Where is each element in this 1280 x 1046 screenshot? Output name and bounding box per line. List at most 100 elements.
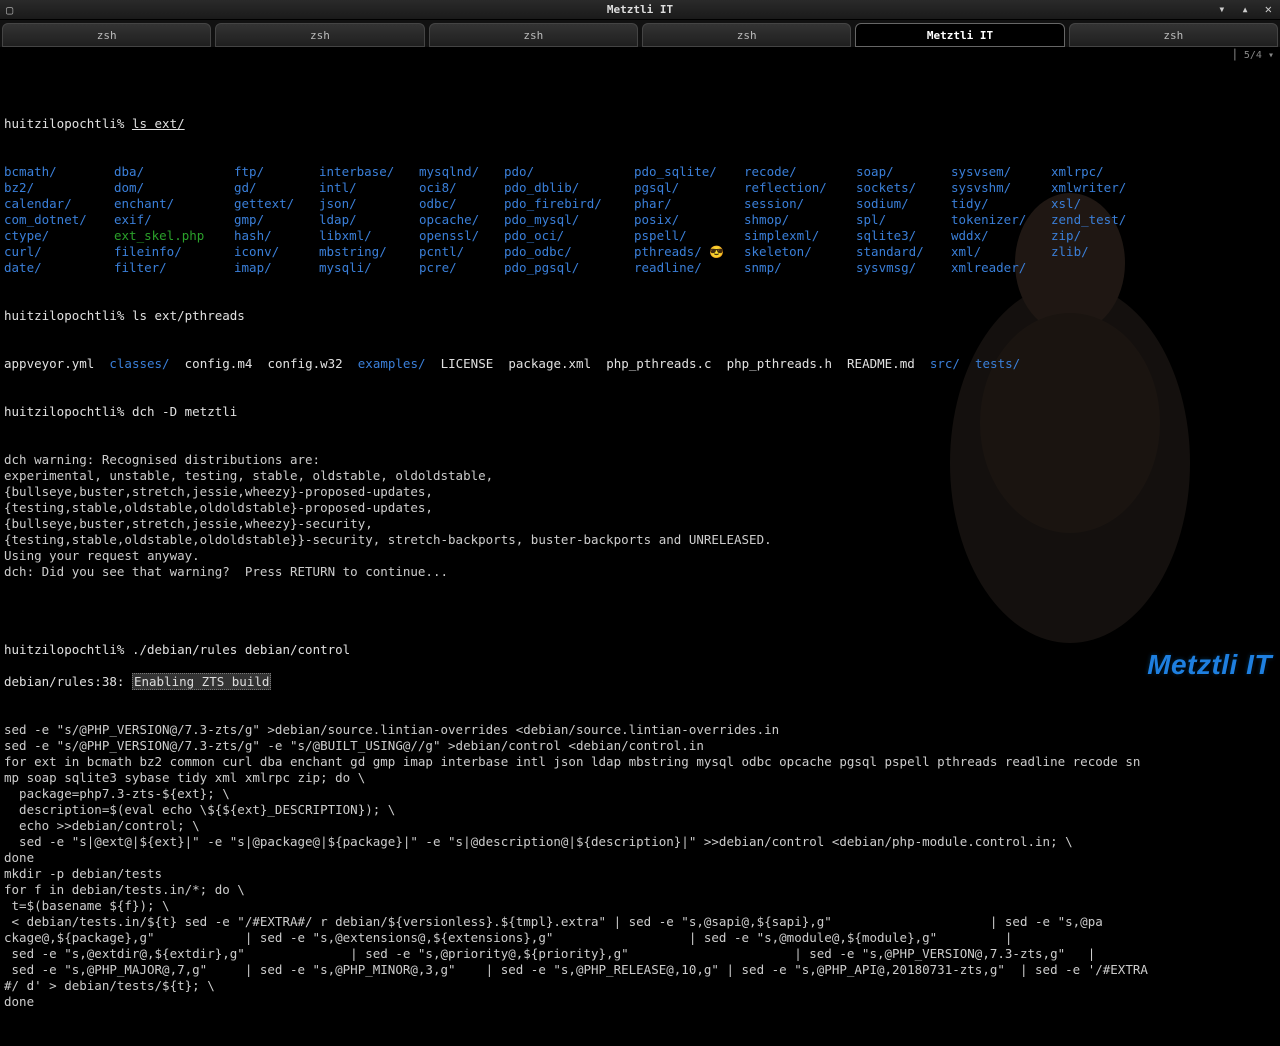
file-entry: tests/	[975, 356, 1020, 371]
dir-entry: tidy/	[951, 196, 989, 211]
tab[interactable]: zsh	[642, 23, 851, 47]
output-line: sed -e "s|@ext@|${ext}|" -e "s|@package@…	[4, 834, 1276, 850]
command-ls-pthreads: ls ext/pthreads	[132, 308, 245, 323]
dir-entry: soap/	[856, 164, 894, 179]
maximize-button[interactable]: ▴	[1238, 2, 1253, 16]
dir-entry: xmlwriter/	[1051, 180, 1126, 195]
tab[interactable]: zsh	[215, 23, 424, 47]
dir-entry: sysvsem/	[951, 164, 1011, 179]
prompt: huitzilopochtli%	[4, 642, 124, 657]
dir-entry: pdo_oci/	[504, 228, 564, 243]
dir-entry: simplexml/	[744, 228, 819, 243]
dir-entry: recode/	[744, 164, 797, 179]
output-line: description=$(eval echo \${${ext}_DESCRI…	[4, 802, 1276, 818]
prompt: huitzilopochtli%	[4, 404, 124, 419]
tab[interactable]: zsh	[1069, 23, 1278, 47]
emoji-icon: 😎	[709, 245, 724, 259]
output-line: done	[4, 994, 1276, 1010]
dir-entry: skeleton/	[744, 244, 812, 259]
dir-entry: shmop/	[744, 212, 789, 227]
dir-entry: fileinfo/	[114, 244, 182, 259]
dir-entry: opcache/	[419, 212, 479, 227]
command-rules: ./debian/rules debian/control	[132, 642, 350, 657]
dir-entry: com_dotnet/	[4, 212, 87, 227]
rules-prefix: debian/rules:38:	[4, 674, 132, 689]
minimize-button[interactable]: ▾	[1214, 2, 1229, 16]
output-line: echo >>debian/control; \	[4, 818, 1276, 834]
terminal-viewport[interactable]: huitzilopochtli% ls ext/ bcmath/dba/ftp/…	[0, 48, 1280, 1046]
dir-entry: sysvmsg/	[856, 260, 916, 275]
app-icon: ▢	[6, 3, 13, 17]
output-line: dch: Did you see that warning? Press RET…	[4, 564, 1276, 580]
command-ls-ext: ls ext/	[132, 116, 185, 131]
dir-entry: pdo/	[504, 164, 534, 179]
prompt: huitzilopochtli%	[4, 308, 124, 323]
zts-highlight: Enabling ZTS build	[132, 673, 271, 690]
output-line: sed -e "s/@PHP_VERSION@/7.3-zts/g" -e "s…	[4, 738, 1276, 754]
dir-entry: date/	[4, 260, 42, 275]
file-entry: php_pthreads.c	[606, 356, 711, 371]
dir-entry: bcmath/	[4, 164, 57, 179]
output-line: #/ d' > debian/tests/${t}; \	[4, 978, 1276, 994]
window-title: Metztli IT	[607, 3, 673, 16]
rules-output: sed -e "s/@PHP_VERSION@/7.3-zts/g" >debi…	[4, 722, 1276, 1010]
dir-entry: gettext/	[234, 196, 294, 211]
tab[interactable]: Metztli IT	[855, 23, 1064, 47]
output-line: sed -e "s,@PHP_MAJOR@,7,g" | sed -e "s,@…	[4, 962, 1276, 978]
dir-entry: readline/	[634, 260, 702, 275]
dir-entry: pcre/	[419, 260, 457, 275]
dir-entry: pgsql/	[634, 180, 679, 195]
dir-entry: mysqli/	[319, 260, 372, 275]
dir-entry: calendar/	[4, 196, 72, 211]
dir-entry: zip/	[1051, 228, 1081, 243]
dir-entry: mbstring/	[319, 244, 387, 259]
dir-entry: iconv/	[234, 244, 279, 259]
output-line: dch warning: Recognised distributions ar…	[4, 452, 1276, 468]
output-line: t=$(basename ${f}); \	[4, 898, 1276, 914]
dir-entry: gd/	[234, 180, 257, 195]
output-line: {bullseye,buster,stretch,jessie,wheezy}-…	[4, 516, 1276, 532]
dir-entry: spl/	[856, 212, 886, 227]
dir-entry: intl/	[319, 180, 357, 195]
dir-entry: posix/	[634, 212, 679, 227]
dir-entry: ldap/	[319, 212, 357, 227]
file-entry: package.xml	[508, 356, 591, 371]
dir-entry: xmlrpc/	[1051, 164, 1104, 179]
file-entry: examples/	[358, 356, 426, 371]
output-line: {testing,stable,oldstable,oldoldstable}-…	[4, 500, 1276, 516]
file-entry: config.w32	[267, 356, 342, 371]
dir-entry: filter/	[114, 260, 167, 275]
dir-entry: ext_skel.php	[114, 228, 204, 243]
dir-entry: curl/	[4, 244, 42, 259]
dir-entry: sockets/	[856, 180, 916, 195]
file-entry: classes/	[109, 356, 169, 371]
dir-entry: openssl/	[419, 228, 479, 243]
dir-entry: sodium/	[856, 196, 909, 211]
dir-entry: sqlite3/	[856, 228, 916, 243]
output-line: {testing,stable,oldstable,oldoldstable}}…	[4, 532, 1276, 548]
window-titlebar: ▢ Metztli IT ▾ ▴ ✕	[0, 0, 1280, 20]
dir-entry: libxml/	[319, 228, 372, 243]
dir-entry: dba/	[114, 164, 144, 179]
output-line: mkdir -p debian/tests	[4, 866, 1276, 882]
file-entry: README.md	[847, 356, 915, 371]
tab[interactable]: zsh	[429, 23, 638, 47]
dir-entry: zend_test/	[1051, 212, 1126, 227]
tab[interactable]: zsh	[2, 23, 211, 47]
pthreads-listing: appveyor.yml classes/ config.m4 config.w…	[4, 356, 1276, 372]
dir-entry: ftp/	[234, 164, 264, 179]
output-line: for f in debian/tests.in/*; do \	[4, 882, 1276, 898]
dir-entry: bz2/	[4, 180, 34, 195]
watermark-logo: Metztli IT	[1147, 649, 1272, 681]
window-controls: ▾ ▴ ✕	[1214, 2, 1276, 16]
dir-entry: wddx/	[951, 228, 989, 243]
dch-output: dch warning: Recognised distributions ar…	[4, 452, 1276, 580]
dir-entry: json/	[319, 196, 357, 211]
dir-entry: tokenizer/	[951, 212, 1026, 227]
dir-entry: mysqlnd/	[419, 164, 479, 179]
dir-entry: dom/	[114, 180, 144, 195]
dir-entry: ctype/	[4, 228, 49, 243]
close-button[interactable]: ✕	[1261, 2, 1276, 16]
output-line: mp soap sqlite3 sybase tidy xml xmlrpc z…	[4, 770, 1276, 786]
dir-entry: pdo_dblib/	[504, 180, 579, 195]
